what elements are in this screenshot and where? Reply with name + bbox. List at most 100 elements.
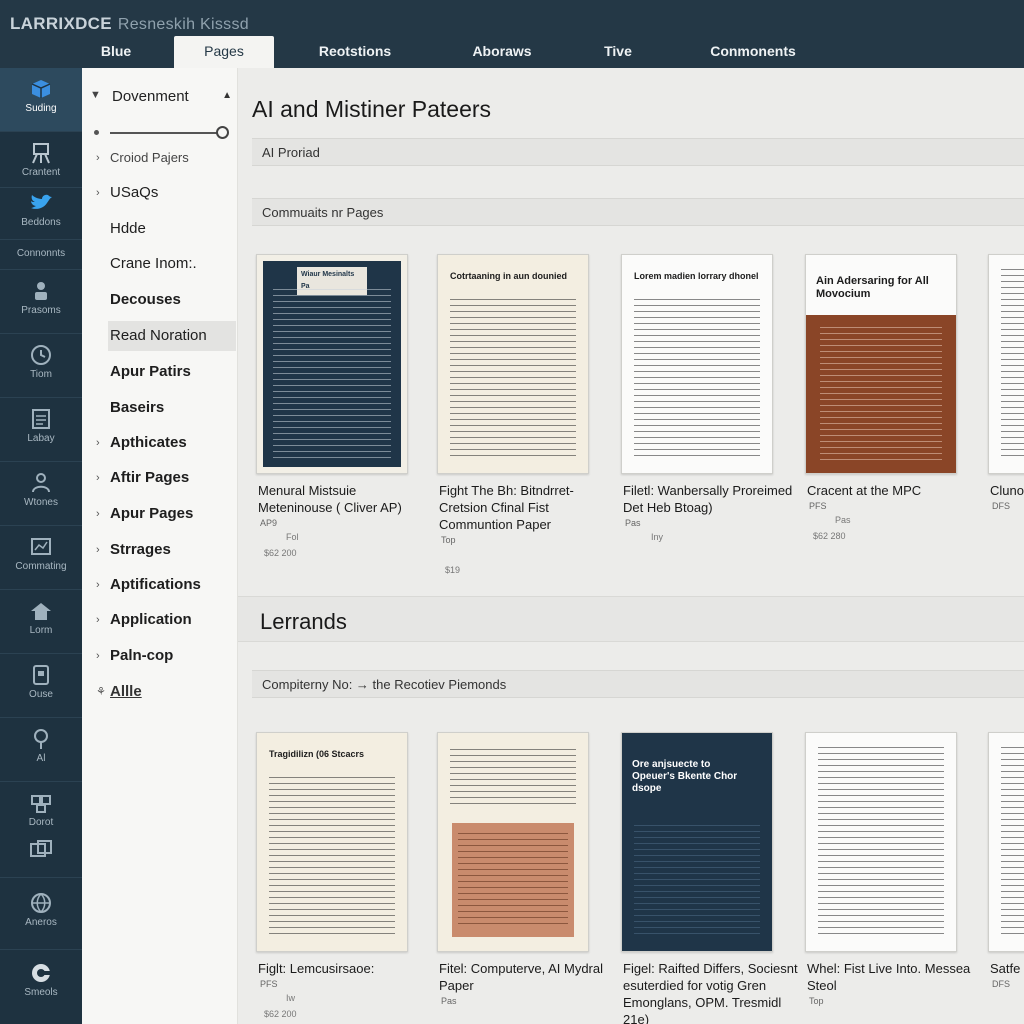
card-title[interactable]: Clunoe	[990, 482, 1024, 499]
top-bar: LARRIXDCE Resneskih Kisssd Blue Pages Reo…	[0, 0, 1024, 68]
rail-item-dorot[interactable]: Dorot	[0, 782, 82, 878]
nav-item[interactable]: › USaQs	[90, 178, 236, 208]
nav-item-label: Strrages	[110, 541, 171, 558]
rail-item-lorm[interactable]: Lorm	[0, 590, 82, 654]
nav-item-label: Apur Pages	[110, 505, 194, 522]
card-meta: Pas	[441, 996, 457, 1006]
paper-thumbnail[interactable]	[988, 732, 1024, 952]
paper-thumbnail[interactable]: Wiaur Mesinalts Pa	[256, 254, 408, 474]
rail-label: Lorm	[29, 625, 53, 636]
chart-icon	[28, 536, 54, 558]
paper-thumbnail[interactable]: Ore anjsuecte to Opeuer's Bkente Chor ds…	[621, 732, 773, 952]
paper-thumbnail[interactable]: Cotrtaaning in aun dounied	[437, 254, 589, 474]
nav-item[interactable]: › Apthicates	[90, 428, 236, 458]
nav-header-dovenment[interactable]: ▼ Dovenment ▲	[90, 88, 236, 108]
nav-item-label: Application	[110, 611, 192, 628]
nav-item[interactable]: Apur Patirs	[90, 357, 236, 387]
card-title[interactable]: Whel: Fist Live Into. Messea Steol	[807, 960, 983, 994]
rail-item-labay[interactable]: Labay	[0, 398, 82, 462]
rail-item-crantent[interactable]: Crantent	[0, 132, 82, 188]
rail-item-aneros[interactable]: Aneros	[0, 878, 82, 950]
nav-item[interactable]: › Strrages	[90, 535, 236, 565]
rail-item-smeols[interactable]: Smeols	[0, 950, 82, 1024]
tab-tive[interactable]: Tive	[588, 36, 648, 68]
rail-item-al[interactable]: Al	[0, 718, 82, 782]
paper-thumbnail[interactable]: Lorem madien lorrary dhonel	[621, 254, 773, 474]
card-meta-secondary: Fol	[286, 532, 299, 542]
card-price: $62 280	[813, 531, 846, 541]
nav-slider[interactable]	[92, 126, 232, 140]
nav-item[interactable]: Hdde	[90, 214, 236, 244]
card-title[interactable]: Figel: Raifted Differs, Sociesnt esuterd…	[623, 960, 799, 1024]
nav-item[interactable]: › Aptifications	[90, 570, 236, 600]
rail-item-prasoms[interactable]: Prasoms	[0, 270, 82, 334]
brand-logo[interactable]: LARRIXDCE Resneskih Kisssd	[10, 14, 249, 34]
nav-item[interactable]: Read Noration	[108, 321, 236, 351]
tab-blue[interactable]: Blue	[86, 36, 146, 68]
nav-item[interactable]: Crane Inom:.	[90, 249, 236, 279]
paper-thumbnail[interactable]	[805, 732, 957, 952]
filter-strip-pages[interactable]: Commuaits nr Pages	[252, 198, 1024, 226]
package-icon	[28, 78, 54, 100]
filter-strip-compiterny[interactable]: Compiterny No: → the Recotiev Piemonds	[252, 670, 1024, 698]
rail-item-ouse[interactable]: Ouse	[0, 654, 82, 718]
card-title[interactable]: Fight The Bh: Bitndrret- Cretsion Cfinal…	[439, 482, 615, 533]
tab-aboraws[interactable]: Aboraws	[452, 36, 552, 68]
rail-item-commating[interactable]: Commating	[0, 526, 82, 590]
card-meta-secondary: Iny	[651, 532, 664, 542]
card-meta: Top	[809, 996, 824, 1006]
tab-pages[interactable]: Pages	[174, 36, 274, 68]
rail-item-wtones[interactable]: Wtones	[0, 462, 82, 526]
nav-item[interactable]: › Aftir Pages	[90, 463, 236, 493]
rail-label: Aneros	[25, 917, 57, 928]
rail-item-beddons[interactable]: Beddons	[0, 188, 82, 240]
nav-item[interactable]: › Croiod Pajers	[90, 143, 236, 173]
nav-item[interactable]: Baseirs	[90, 393, 236, 423]
slider-track	[110, 132, 220, 134]
paper-thumbnail[interactable]	[988, 254, 1024, 474]
nav-item[interactable]: › Apur Pages	[90, 499, 236, 529]
tab-conmonents[interactable]: Conmonents	[694, 36, 812, 68]
nav-item[interactable]: › Application	[90, 605, 236, 635]
nav-item[interactable]: Decouses	[90, 285, 236, 315]
rail-label: Ouse	[29, 689, 53, 700]
paper-thumbnail[interactable]: Ain Adersaring for All Movocium	[805, 254, 957, 474]
rail-label: Suding	[25, 103, 57, 114]
collapse-icon: ▲	[222, 90, 232, 101]
slider-start-dot	[94, 130, 99, 135]
thumbnail-title: Tragidilizn (06 Stcacrs	[269, 749, 365, 759]
tablet-icon	[28, 664, 54, 686]
tab-reotstions[interactable]: Reotstions	[300, 36, 410, 68]
nav-item-label: USaQs	[110, 184, 159, 201]
chevron-right-icon: ›	[96, 508, 100, 520]
rail-label: Commating	[15, 561, 67, 572]
layers-icon	[28, 838, 54, 860]
app-window: LARRIXDCE Resneskih Kisssd Blue Pages Reo…	[0, 0, 1024, 1024]
clock-icon	[28, 344, 54, 366]
nav-item[interactable]: ⚘ Allle	[90, 677, 236, 707]
filter-strip-ai[interactable]: AI Proriad	[252, 138, 1024, 166]
rail-item-connonnts[interactable]: Connonnts	[0, 240, 82, 270]
rail-item-tiom[interactable]: Tiom	[0, 334, 82, 398]
slider-knob[interactable]	[216, 126, 229, 139]
card-title[interactable]: Figlt: Lemcusirsaoe:	[258, 960, 434, 977]
card-title[interactable]: Satfe	[990, 960, 1024, 977]
paper-thumbnail[interactable]	[437, 732, 589, 952]
nav-item[interactable]: › Paln-cop	[90, 641, 236, 671]
card-price: $62 200	[264, 1009, 297, 1019]
nav-item-label: Decouses	[110, 291, 181, 308]
card-title[interactable]: Menural Mistsuie Meteninouse ( Cliver AP…	[258, 482, 434, 516]
card-meta: DFS	[992, 501, 1010, 511]
rail-label: Connonnts	[16, 248, 66, 259]
paper-thumbnail[interactable]: Tragidilizn (06 Stcacrs	[256, 732, 408, 952]
card-title[interactable]: Fitel: Computerve, AI Mydral Paper	[439, 960, 615, 994]
card-title[interactable]: Filetl: Wanbersally Proreimed Det Heb Bt…	[623, 482, 799, 516]
section-title: Lerrands	[260, 609, 347, 634]
chevron-right-icon: ›	[96, 650, 100, 662]
link-icon: ⚘	[96, 686, 106, 698]
easel-icon	[28, 142, 54, 164]
nav-item-label: Read Noration	[110, 327, 207, 344]
card-title[interactable]: Cracent at the MPC	[807, 482, 983, 499]
rail-item-suding[interactable]: Suding	[0, 68, 82, 132]
sidebar-nav: ▼ Dovenment ▲ › Croiod Pajers › USaQs Hdde Cr…	[82, 68, 238, 1024]
